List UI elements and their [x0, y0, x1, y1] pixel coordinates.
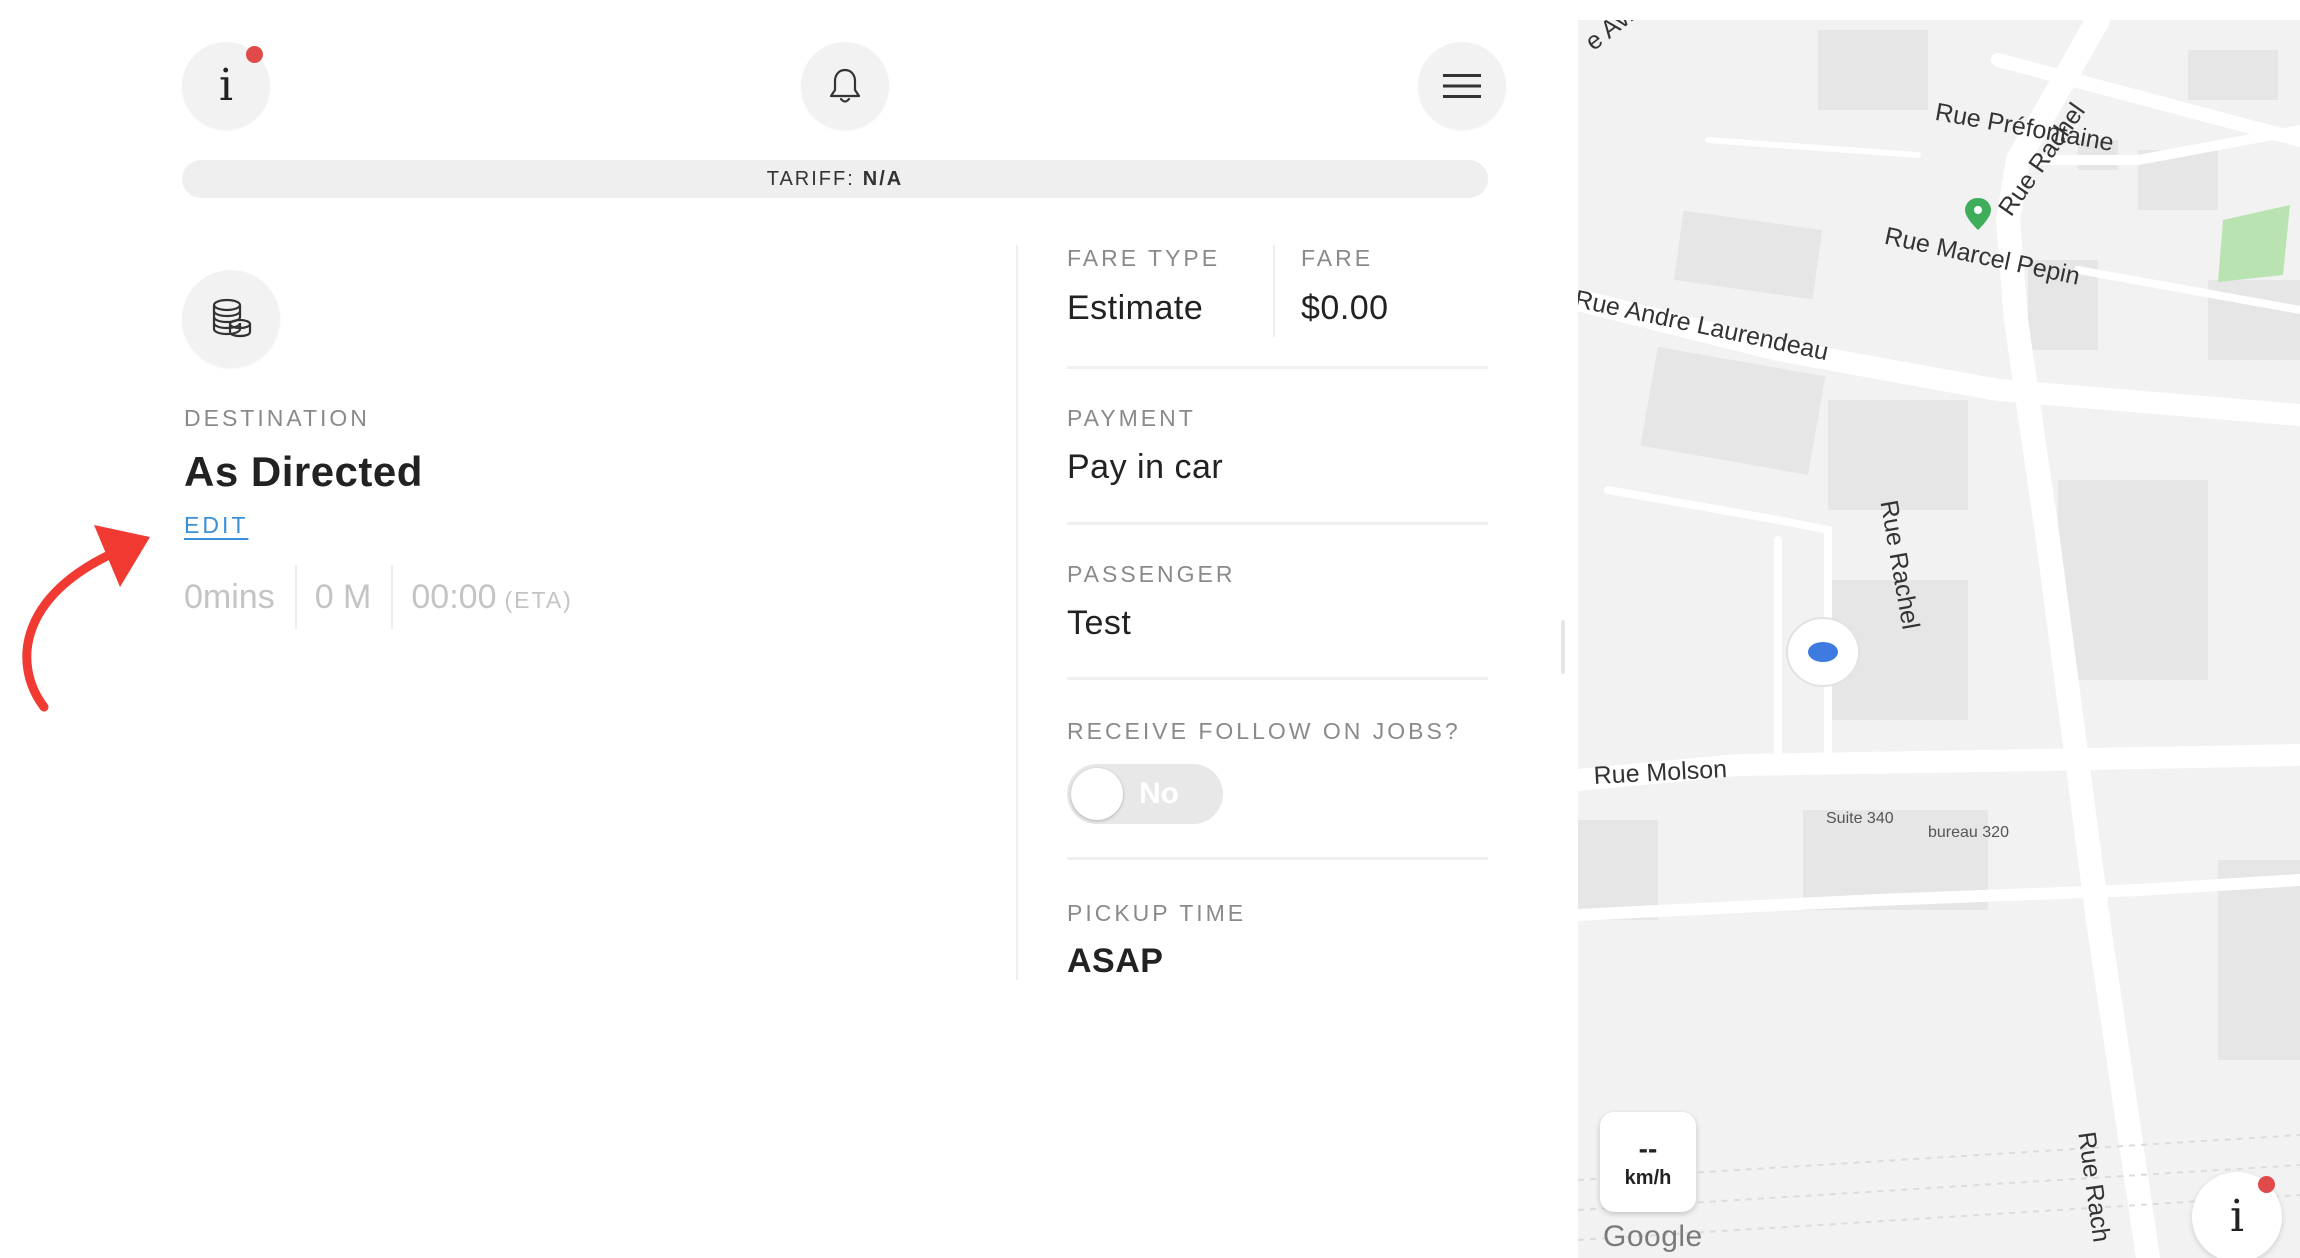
info-icon: i [2229, 1191, 2245, 1242]
speed-value: -- [1638, 1132, 1658, 1164]
destination-label: DESTINATION [184, 405, 370, 431]
tariff-bar: TARIFF: N/A [182, 160, 1488, 198]
notification-badge [2258, 1176, 2275, 1193]
map-label: Suite 340 [1826, 810, 1894, 827]
tariff-value: N/A [862, 167, 904, 190]
follow-on-label: RECEIVE FOLLOW ON JOBS? [1067, 718, 1461, 744]
speed-unit: km/h [1624, 1166, 1672, 1189]
menu-button[interactable] [1418, 42, 1506, 130]
curved-arrow-icon [22, 525, 150, 712]
toggle-knob [1071, 768, 1123, 820]
divider [294, 565, 297, 629]
hamburger-menu-icon [1443, 74, 1481, 98]
eta-time: 00:00 [411, 577, 497, 616]
row-divider [1067, 522, 1488, 525]
pickup-time-label: PICKUP TIME [1067, 900, 1247, 926]
passenger-label: PASSENGER [1067, 561, 1236, 587]
booking-panel: i TARIFF: N/A DESTINATION As Directed ED… [0, 0, 1576, 1258]
info-icon: i [218, 60, 234, 111]
google-logo: Google [1603, 1220, 1703, 1253]
row-divider [1067, 245, 1488, 369]
trip-summary: 0mins 0 M 00:00 (ETA) [184, 565, 573, 629]
passenger-value: Test [1067, 604, 1132, 642]
speedometer: -- km/h [1600, 1112, 1696, 1212]
payment-label: PAYMENT [1067, 405, 1196, 431]
trip-eta: 00:00 (ETA) [411, 578, 572, 617]
toggle-state-text: No [1139, 777, 1179, 810]
payment-value: Pay in car [1067, 448, 1224, 486]
panel-resize-handle[interactable] [1561, 620, 1565, 674]
tariff-label: TARIFF: [766, 167, 855, 190]
edit-destination-link[interactable]: EDIT [184, 512, 248, 539]
notification-badge [246, 46, 263, 63]
eta-suffix: (ETA) [504, 586, 573, 613]
bell-icon [829, 68, 861, 103]
coins-stack-icon [212, 298, 252, 338]
divider [391, 565, 394, 629]
fare-icon-badge [182, 270, 280, 368]
trip-distance: 0 M [314, 577, 372, 616]
column-divider [1016, 245, 1018, 980]
map-label: bureau 320 [1928, 824, 2009, 841]
follow-on-toggle[interactable]: No [1067, 764, 1223, 824]
map-info-button[interactable]: i [2192, 1172, 2282, 1258]
trip-duration: 0mins [184, 577, 275, 616]
row-divider [1067, 857, 1488, 860]
map-canvas [1578, 20, 2300, 1258]
notifications-button[interactable] [801, 42, 889, 130]
pickup-time-value: ASAP [1067, 942, 1164, 980]
row-divider [1067, 677, 1488, 680]
map-view[interactable]: e Av. William-Trem Rue Préfontaine Rue R… [1578, 20, 2300, 1258]
destination-value: As Directed [184, 448, 423, 495]
info-button[interactable]: i [182, 42, 270, 130]
